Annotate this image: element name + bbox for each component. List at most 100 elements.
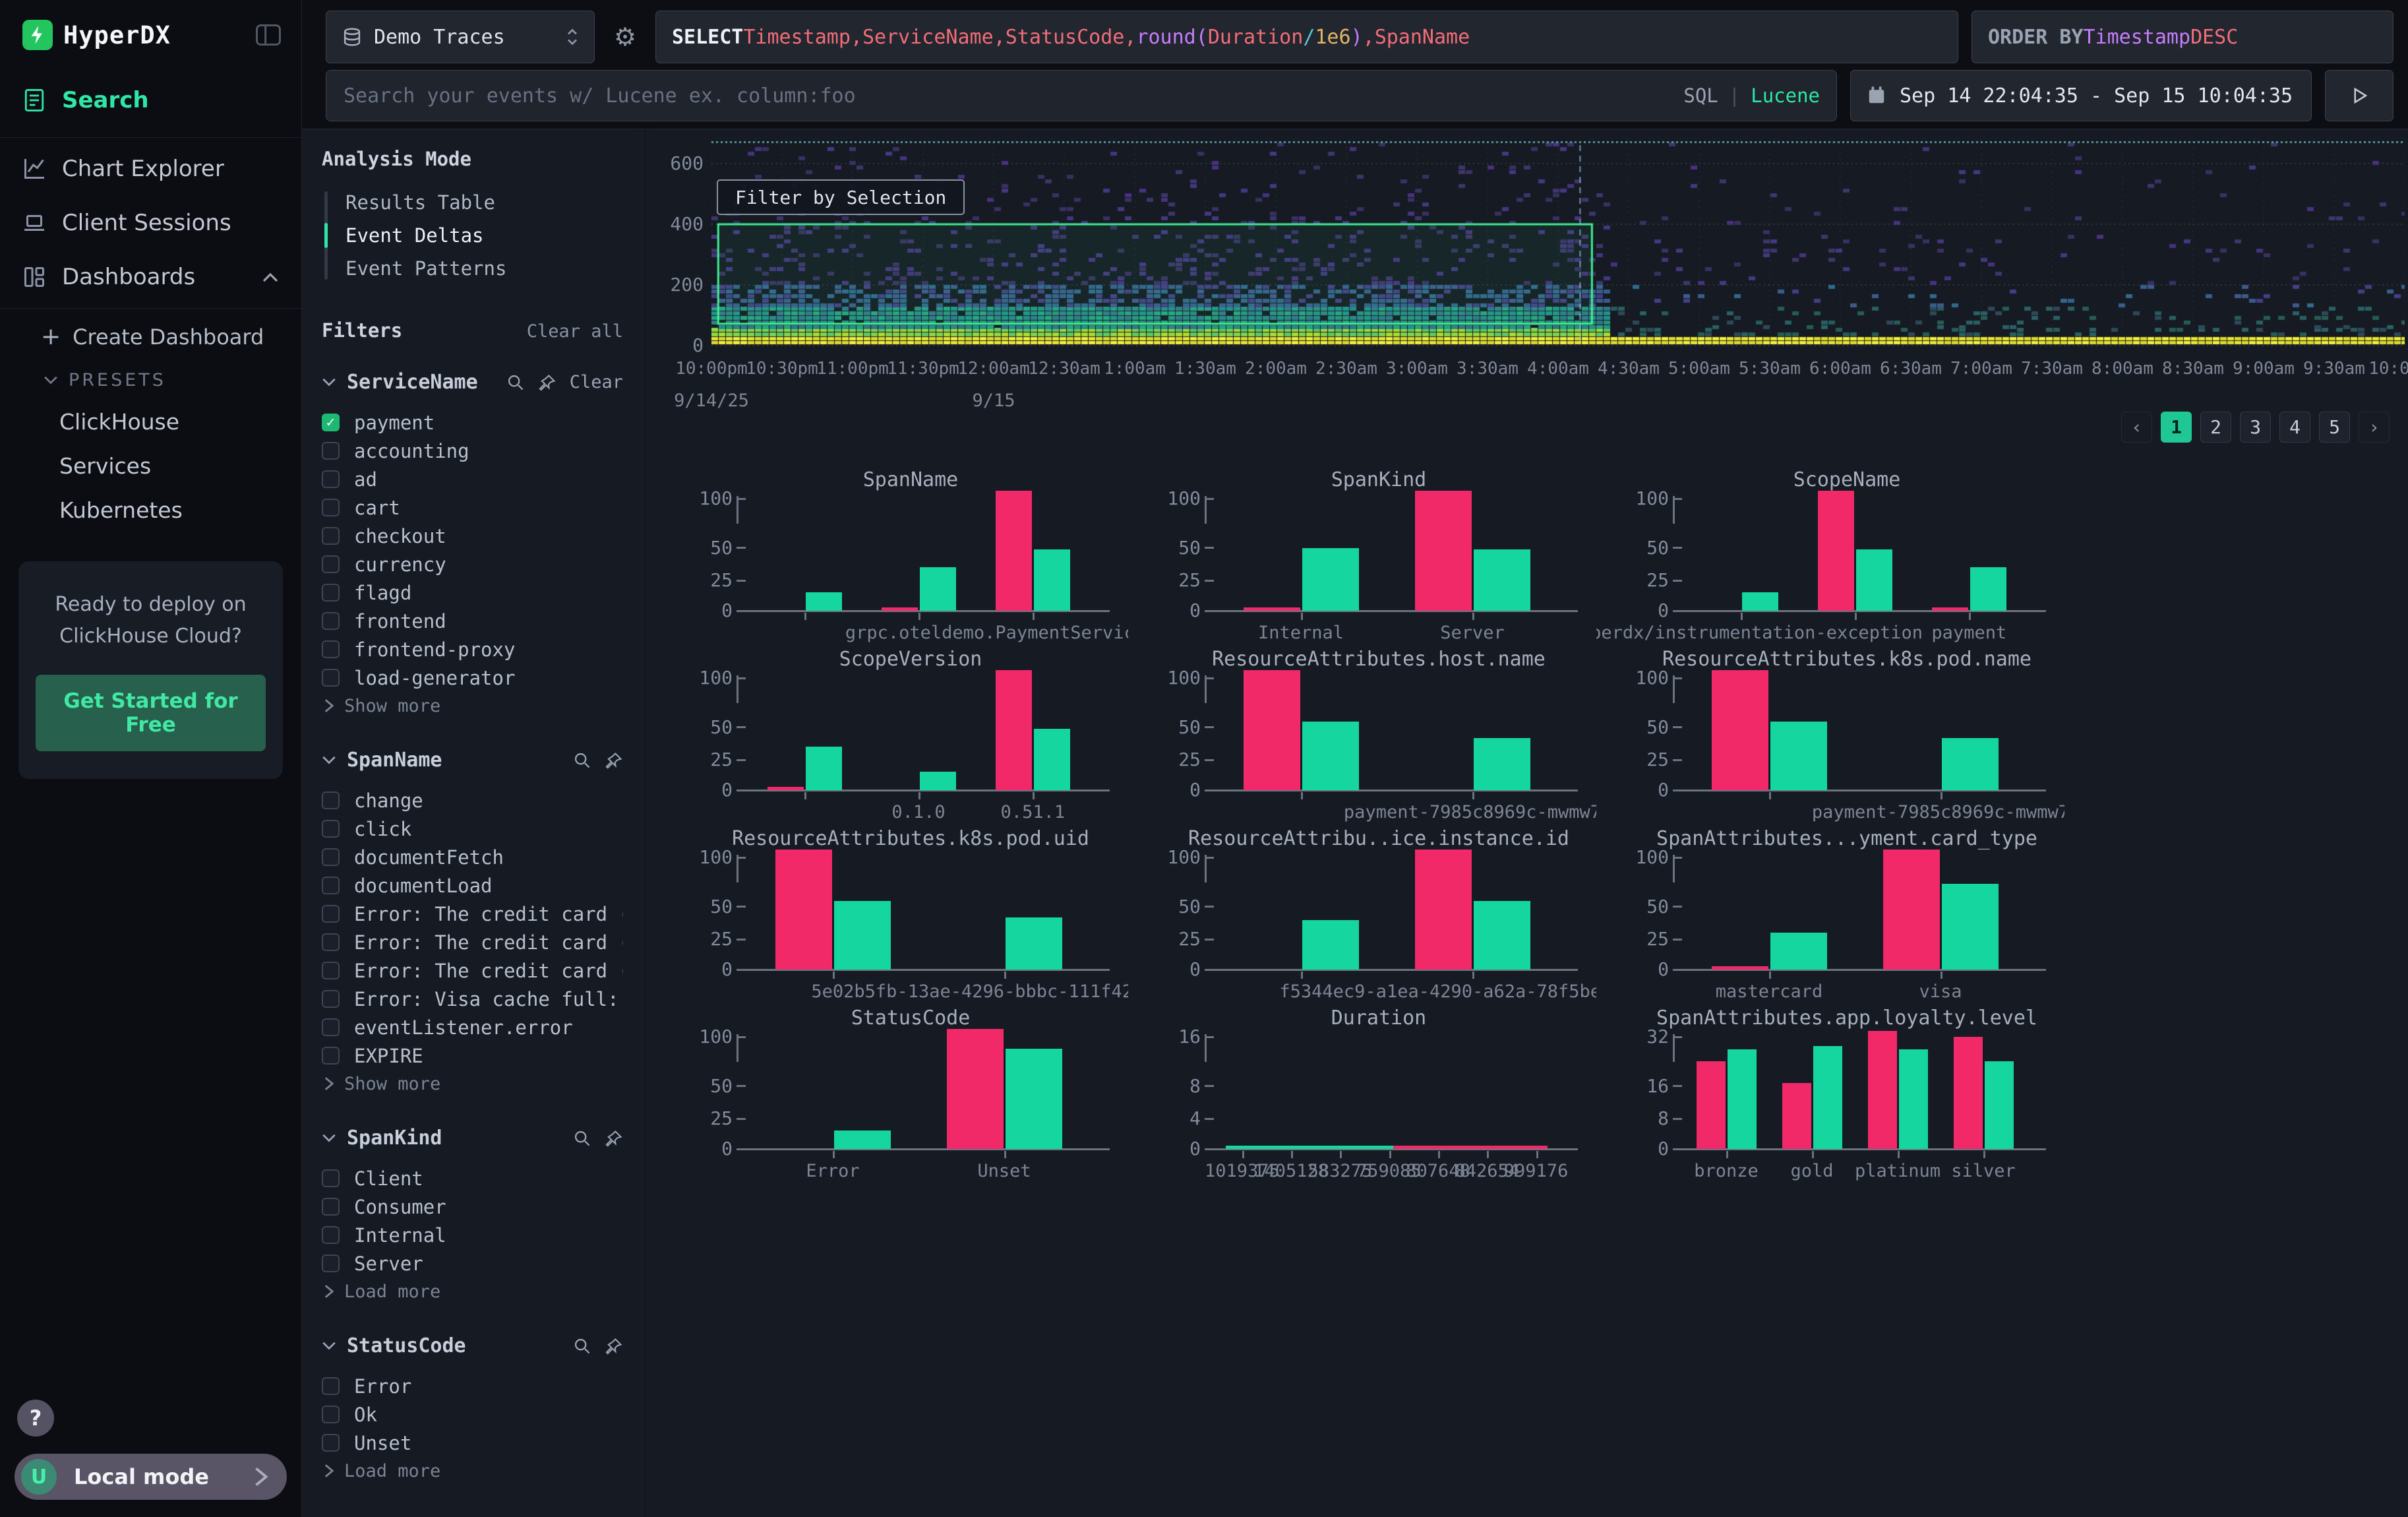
sidebar-item-chart-explorer[interactable]: Chart Explorer [0, 142, 301, 196]
checkbox[interactable] [322, 669, 340, 687]
filter-option[interactable]: click [322, 815, 623, 843]
filter-option[interactable]: cart [322, 493, 623, 522]
sidebar-item-search[interactable]: Search [0, 67, 301, 133]
checkbox[interactable] [322, 933, 340, 951]
pin-icon[interactable] [605, 751, 623, 770]
checkbox[interactable] [322, 905, 340, 923]
filter-option[interactable]: Internal [322, 1221, 623, 1249]
checkbox[interactable]: ✓ [322, 414, 340, 431]
checkbox[interactable] [322, 1018, 340, 1036]
chart-title: ResourceAttributes.k8s.pod.uid [700, 827, 1122, 850]
filter-option[interactable]: Error: Visa cache full: … [322, 985, 623, 1013]
checkbox[interactable] [322, 877, 340, 894]
filter-option[interactable]: checkout [322, 522, 623, 550]
sql-select-editor[interactable]: SELECT Timestamp, ServiceName, StatusCod… [655, 11, 1958, 63]
pin-icon[interactable] [538, 373, 557, 392]
checkbox[interactable] [322, 1406, 340, 1423]
load-more-button[interactable]: Show more [324, 1070, 623, 1098]
search-input[interactable] [326, 70, 1837, 121]
filter-option[interactable]: change [322, 786, 623, 815]
filter-option[interactable]: currency [322, 550, 623, 578]
sidebar-item-services[interactable]: Services [0, 444, 301, 488]
sql-toggle[interactable]: SQL [1683, 84, 1718, 107]
lucene-toggle[interactable]: Lucene [1751, 84, 1820, 107]
filter-group-header[interactable]: SpanKind [322, 1127, 623, 1150]
filter-option[interactable]: ad [322, 465, 623, 493]
filter-option[interactable]: frontend [322, 607, 623, 635]
source-select[interactable]: Demo Traces [326, 11, 595, 63]
filter-option[interactable]: documentFetch [322, 843, 623, 871]
sidebar-collapse-icon[interactable] [255, 24, 282, 46]
filter-option[interactable]: Ok [322, 1400, 623, 1429]
analysis-mode-event-patterns[interactable]: Event Patterns [324, 252, 623, 285]
clear-all-button[interactable]: Clear all [527, 321, 623, 342]
filter-option[interactable]: flagd [322, 578, 623, 607]
pin-icon[interactable] [605, 1129, 623, 1148]
help-button[interactable]: ? [17, 1400, 54, 1437]
checkbox[interactable] [322, 1047, 340, 1065]
filter-option[interactable]: Error: The credit card (… [322, 928, 623, 956]
sidebar-item-dashboards[interactable]: Dashboards [0, 250, 301, 304]
checkbox[interactable] [322, 820, 340, 838]
filter-option[interactable]: load-generator [322, 664, 623, 692]
sidebar-item-clickhouse[interactable]: ClickHouse [0, 400, 301, 444]
search-icon[interactable] [573, 1129, 591, 1148]
checkbox[interactable] [322, 990, 340, 1008]
checkbox[interactable] [322, 1169, 340, 1187]
checkbox[interactable] [322, 640, 340, 658]
filter-option[interactable]: EXPIRE [322, 1041, 623, 1070]
pin-icon[interactable] [605, 1337, 623, 1355]
gear-icon[interactable]: ⚙ [608, 11, 642, 63]
analysis-mode-event-deltas[interactable]: Event Deltas [324, 219, 623, 252]
filter-group-header[interactable]: ServiceNameClear [322, 371, 623, 394]
filter-group-header[interactable]: StatusCode [322, 1334, 623, 1357]
checkbox[interactable] [322, 1198, 340, 1216]
filter-option[interactable]: Consumer [322, 1192, 623, 1221]
filter-option[interactable]: documentLoad [322, 871, 623, 900]
checkbox[interactable] [322, 527, 340, 545]
checkbox[interactable] [322, 499, 340, 516]
filter-option[interactable]: Error: The credit card (… [322, 956, 623, 985]
filter-option[interactable]: ✓payment [322, 408, 623, 437]
run-query-button[interactable] [2325, 70, 2393, 121]
presets-toggle[interactable]: PRESETS [0, 361, 301, 400]
checkbox[interactable] [322, 1377, 340, 1395]
analysis-mode-results-table[interactable]: Results Table [324, 186, 623, 219]
load-more-button[interactable]: Show more [324, 692, 623, 720]
order-by-editor[interactable]: ORDER BY Timestamp DESC [1972, 11, 2393, 63]
date-range-picker[interactable]: Sep 14 22:04:35 - Sep 15 10:04:35 [1850, 70, 2312, 121]
load-more-button[interactable]: Load more [324, 1457, 623, 1485]
filter-by-selection-button[interactable]: Filter by Selection [717, 179, 965, 215]
sidebar-item-kubernetes[interactable]: Kubernetes [0, 488, 301, 532]
checkbox[interactable] [322, 1226, 340, 1244]
filter-option[interactable]: Unset [322, 1429, 623, 1457]
checkbox[interactable] [322, 791, 340, 809]
local-mode-menu[interactable]: U Local mode [15, 1454, 287, 1500]
checkbox[interactable] [322, 1434, 340, 1452]
load-more-button[interactable]: Load more [324, 1278, 623, 1305]
filter-option[interactable]: Error: The credit card (… [322, 900, 623, 928]
create-dashboard-button[interactable]: + Create Dashboard [0, 313, 301, 361]
checkbox[interactable] [322, 470, 340, 488]
checkbox[interactable] [322, 1254, 340, 1272]
chart-plot: 025501005e02b5fb-13ae-4296-bbbc-111f423c… [747, 857, 1090, 970]
checkbox[interactable] [322, 584, 340, 602]
checkbox[interactable] [322, 442, 340, 460]
search-icon[interactable] [506, 373, 525, 392]
checkbox[interactable] [322, 848, 340, 866]
search-icon[interactable] [573, 751, 591, 770]
checkbox[interactable] [322, 612, 340, 630]
filter-option[interactable]: accounting [322, 437, 623, 465]
filter-option[interactable]: frontend-proxy [322, 635, 623, 664]
filter-option[interactable]: Client [322, 1164, 623, 1192]
filter-group-header[interactable]: SpanName [322, 749, 623, 772]
checkbox[interactable] [322, 555, 340, 573]
checkbox[interactable] [322, 962, 340, 979]
filter-option[interactable]: eventListener.error [322, 1013, 623, 1041]
filter-option[interactable]: Error [322, 1372, 623, 1400]
search-icon[interactable] [573, 1337, 591, 1355]
filter-option[interactable]: Server [322, 1249, 623, 1278]
clear-group-button[interactable]: Clear [570, 372, 623, 392]
get-started-button[interactable]: Get Started for Free [36, 675, 266, 751]
sidebar-item-client-sessions[interactable]: Client Sessions [0, 196, 301, 250]
